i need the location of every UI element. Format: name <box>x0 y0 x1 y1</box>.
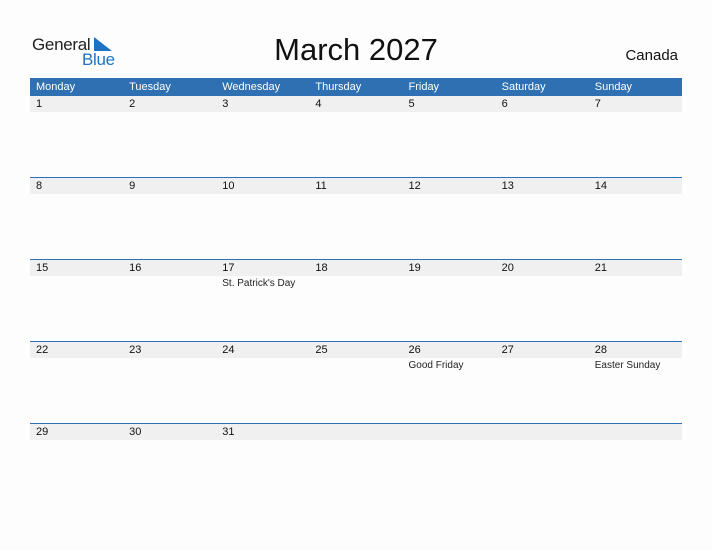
day-cell: 4 <box>309 96 402 113</box>
week-row: 15 16 17 St. Patrick's Day 18 19 20 21 <box>30 259 682 341</box>
weekday-wednesday: Wednesday <box>222 81 281 93</box>
holiday-label: St. Patrick's Day <box>222 278 296 289</box>
day-number: 21 <box>594 262 607 274</box>
day-number: 26 <box>408 344 421 356</box>
day-number: 2 <box>129 98 136 110</box>
day-cell: 9 <box>123 178 216 195</box>
weekday-saturday: Saturday <box>501 81 546 93</box>
day-number: 22 <box>36 344 49 356</box>
weekday-sunday: Sunday <box>594 81 633 93</box>
weekday-thursday: Thursday <box>315 81 362 93</box>
week-row: 8 9 10 11 12 13 14 <box>30 177 682 259</box>
day-cell: 31 <box>216 424 309 441</box>
day-cell: 12 <box>403 178 496 195</box>
calendar-weeks: 1 2 3 4 5 6 7 8 9 10 11 12 13 14 15 16 17 St. Patrick's D… <box>30 96 682 505</box>
day-number: 18 <box>315 262 328 274</box>
day-number: 23 <box>129 344 142 356</box>
day-number: 9 <box>129 180 136 192</box>
day-number: 10 <box>222 180 235 192</box>
day-cell <box>309 424 402 441</box>
day-number: 24 <box>222 344 235 356</box>
day-number: 7 <box>594 98 601 110</box>
day-cell: 24 <box>216 342 309 373</box>
day-cell: 21 <box>589 260 682 291</box>
day-number: 17 <box>222 262 235 274</box>
day-cell: 11 <box>309 178 402 195</box>
day-cell: 28 Easter Sunday <box>589 342 682 373</box>
day-cell: 10 <box>216 178 309 195</box>
day-cell: 7 <box>589 96 682 113</box>
week-row: 1 2 3 4 5 6 7 <box>30 96 682 177</box>
page-title: March 2027 <box>274 32 438 67</box>
day-number: 29 <box>36 426 49 438</box>
day-cell: 25 <box>309 342 402 373</box>
day-number: 8 <box>36 180 43 192</box>
day-number: 14 <box>594 180 607 192</box>
day-cell: 17 St. Patrick's Day <box>216 260 309 291</box>
day-cell: 6 <box>496 96 589 113</box>
day-number <box>595 424 682 440</box>
day-cell <box>403 424 496 441</box>
country-label: Canada <box>625 47 678 64</box>
day-number: 30 <box>129 426 142 438</box>
day-cell: 18 <box>309 260 402 291</box>
day-cell: 16 <box>123 260 216 291</box>
holiday-label: Good Friday <box>408 360 464 371</box>
day-number: 16 <box>129 262 142 274</box>
weekday-header: Monday Tuesday Wednesday Thursday Friday Satu… <box>30 78 682 96</box>
day-number: 12 <box>408 180 421 192</box>
week-row: 29 30 31 <box>30 423 682 505</box>
day-cell: 23 <box>123 342 216 373</box>
day-cell: 8 <box>30 178 123 195</box>
day-number <box>409 424 496 440</box>
day-cell: 30 <box>123 424 216 441</box>
day-number <box>502 424 589 440</box>
weekday-tuesday: Tuesday <box>129 81 171 93</box>
day-cell: 20 <box>496 260 589 291</box>
day-cell: 26 Good Friday <box>403 342 496 373</box>
day-cell: 2 <box>123 96 216 113</box>
day-cell: 27 <box>496 342 589 373</box>
week-row: 22 23 24 25 26 Good Friday 27 28 Easter Sunday <box>30 341 682 423</box>
day-cell: 14 <box>589 178 682 195</box>
weekday-friday: Friday <box>408 81 440 93</box>
day-number: 15 <box>36 262 49 274</box>
day-cell: 5 <box>403 96 496 113</box>
day-cell: 3 <box>216 96 309 113</box>
day-number: 6 <box>501 98 508 110</box>
holiday-label: Easter Sunday <box>594 360 661 371</box>
day-number: 25 <box>315 344 328 356</box>
day-number: 11 <box>315 180 327 192</box>
day-number: 19 <box>408 262 421 274</box>
day-number: 13 <box>501 180 514 192</box>
day-number: 28 <box>594 344 607 356</box>
day-number <box>315 424 402 440</box>
calendar-grid: Monday Tuesday Wednesday Thursday Friday Satu… <box>30 78 682 505</box>
day-number: 4 <box>315 98 322 110</box>
day-cell: 13 <box>496 178 589 195</box>
day-cell: 29 <box>30 424 123 441</box>
day-number: 5 <box>408 98 415 110</box>
day-cell <box>589 424 682 441</box>
weekday-monday: Monday <box>36 81 76 93</box>
day-number: 20 <box>501 262 514 274</box>
day-cell: 1 <box>30 96 123 113</box>
day-cell <box>496 424 589 441</box>
day-number: 31 <box>222 426 235 438</box>
day-cell: 19 <box>403 260 496 291</box>
day-cell: 22 <box>30 342 123 373</box>
day-cell: 15 <box>30 260 123 291</box>
day-number: 3 <box>222 98 229 110</box>
day-number: 27 <box>501 344 514 356</box>
day-number: 1 <box>36 98 43 110</box>
